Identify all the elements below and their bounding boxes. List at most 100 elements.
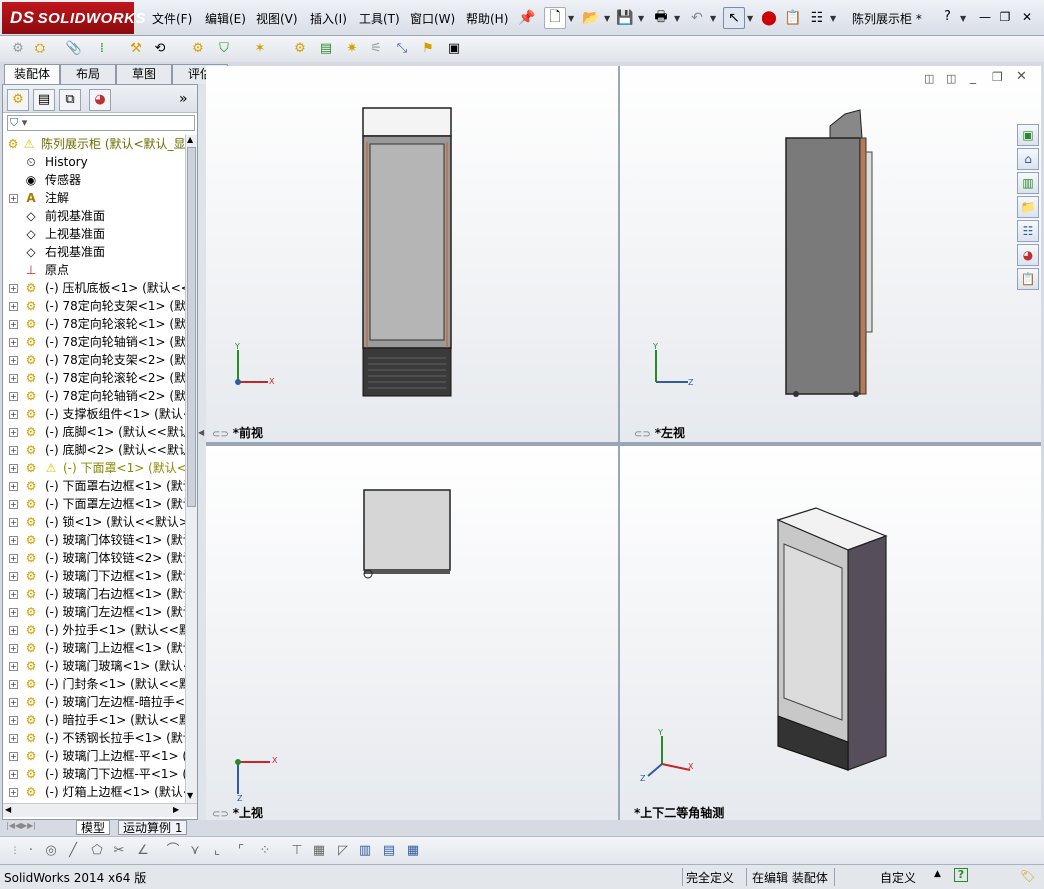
expand-icon[interactable]: + [9, 356, 18, 365]
expand-icon[interactable]: + [9, 302, 18, 311]
tree-item[interactable]: + ⚙ (-) 78定向轮滚轮<2> (默认 [3, 369, 185, 387]
expand-icon[interactable]: + [9, 320, 18, 329]
collapse-panel-icon[interactable]: ◀ [198, 428, 204, 437]
chevron-down-icon[interactable]: ▼ [638, 14, 644, 23]
expand-icon[interactable]: + [9, 680, 18, 689]
tree-item[interactable]: + ⚙ ⚠ (-) 下面罩<1> (默认<<! [3, 459, 185, 477]
expand-icon[interactable]: + [9, 338, 18, 347]
tree-item[interactable]: + ⚙ (-) 玻璃门左边框-暗拉手<1 [3, 693, 185, 711]
appearances-icon[interactable]: ◕ [1017, 244, 1039, 266]
tab-motion-study[interactable]: 运动算例 1 [118, 820, 188, 835]
tree-item[interactable]: + ⚙ (-) 78定向轮轴销<2> (默认 [3, 387, 185, 405]
scroll-right-icon[interactable]: ▶ [173, 805, 179, 814]
new-part-icon[interactable]: ⛭ [30, 39, 50, 59]
pin-icon[interactable]: 📌 [516, 7, 538, 29]
rebuild-traffic-light-icon[interactable]: ⬤ [758, 7, 780, 29]
scroll-up-icon[interactable]: ▲ [187, 135, 193, 144]
chevron-down-icon[interactable]: ▼ [960, 14, 966, 23]
library-icon[interactable]: ▥ [356, 842, 374, 860]
restore-icon[interactable]: ❐ [996, 9, 1014, 25]
property-manager-icon[interactable]: ▤ [33, 89, 55, 111]
grid-icon[interactable]: ▦ [310, 842, 328, 860]
expand-icon[interactable]: + [9, 284, 18, 293]
link-views-icon[interactable]: ⊂⊃ [212, 429, 229, 440]
chevron-down-icon[interactable]: ▼ [604, 14, 610, 23]
tree-item[interactable]: ⏲ History [3, 153, 185, 171]
expand-icon[interactable]: + [9, 788, 18, 797]
expand-icon[interactable]: + [9, 770, 18, 779]
tree-item[interactable]: + ⚙ (-) 底脚<2> (默认<<默认> [3, 441, 185, 459]
tree-item[interactable]: + ⚙ (-) 锁<1> (默认<<默认>_显 [3, 513, 185, 531]
new-motion-study-icon[interactable]: ⚙ [290, 39, 310, 59]
chevron-down-icon[interactable]: ▼ [568, 14, 574, 23]
expand-icon[interactable]: + [9, 608, 18, 617]
link-views-icon[interactable]: ⊂⊃ [634, 429, 651, 440]
mirror-icon[interactable]: ⋎ [186, 842, 204, 860]
viewport-left[interactable]: ◫ ◫ _ ❐ ✕ Y Z ⊂⊃ *左视 [620, 66, 1041, 442]
tree-item[interactable]: ⊥ 原点 [3, 261, 185, 279]
reference-geometry-icon[interactable]: ✶ [250, 39, 270, 59]
expand-icon[interactable]: + [9, 626, 18, 635]
tree-item[interactable]: ◇ 前视基准面 [3, 207, 185, 225]
assembly-features-icon[interactable]: ⛉ [214, 39, 234, 59]
menu-view[interactable]: 视图(V) [256, 10, 298, 27]
tree-item[interactable]: + ⚙ (-) 78定向轮支架<2> (默认 [3, 351, 185, 369]
expand-icon[interactable]: + [9, 662, 18, 671]
link-views-icon[interactable]: ⊂⊃ [212, 809, 229, 820]
expand-icon[interactable]: + [9, 194, 18, 203]
tree-horizontal-scrollbar[interactable]: ◀ ▶ [3, 803, 197, 817]
expand-icon[interactable]: + [9, 518, 18, 527]
solidworks-resources-icon[interactable]: ▣ [1017, 124, 1039, 146]
tree-item[interactable]: + ⚙ (-) 玻璃门玻璃<1> (默认< [3, 657, 185, 675]
custom-properties-icon[interactable]: 📋 [1017, 268, 1039, 290]
menu-file[interactable]: 文件(F) [152, 10, 192, 27]
smart-dimension-icon[interactable]: ⊤ [288, 842, 306, 860]
expand-icon[interactable]: + [9, 716, 18, 725]
expand-icon[interactable]: + [9, 410, 18, 419]
tree-item[interactable]: + ⚙ (-) 支撑板组件<1> (默认< [3, 405, 185, 423]
menu-edit[interactable]: 编辑(E) [205, 10, 246, 27]
print-icon[interactable]: 🖶 [650, 7, 672, 29]
instant3d-icon[interactable]: ⤡ [392, 39, 412, 59]
viewport-divider-horizontal[interactable] [206, 442, 1041, 446]
expand-icon[interactable]: + [9, 446, 18, 455]
expand-icon[interactable]: + [9, 374, 18, 383]
chevron-down-icon[interactable]: ▼ [710, 14, 716, 23]
expand-icon[interactable]: + [9, 644, 18, 653]
new-document-icon[interactable]: 🗋 [544, 7, 566, 29]
solidworks-logo[interactable]: DS SOLIDWORKS [2, 2, 145, 34]
view-palette-icon[interactable]: ☷ [1017, 220, 1039, 242]
update-speedpak-icon[interactable]: ⚑ [418, 39, 438, 59]
circle-icon[interactable]: ◎ [42, 842, 60, 860]
tree-item[interactable]: + ⚙ (-) 玻璃门下边框<1> (默认 [3, 567, 185, 585]
expand-icon[interactable]: + [9, 536, 18, 545]
tree-item[interactable]: + ⚙ (-) 78定向轮轴销<1> (默认 [3, 333, 185, 351]
expand-panel-icon[interactable]: » [179, 91, 188, 107]
chevron-up-icon[interactable]: ▲ [934, 869, 941, 879]
open-folder-icon[interactable]: 📂 [580, 7, 602, 29]
tab-model[interactable]: 模型 [76, 820, 111, 835]
tree-item[interactable]: + ⚙ (-) 78定向轮支架<1> (默认 [3, 297, 185, 315]
tree-item[interactable]: + ⚙ (-) 玻璃门体铰链<2> (默认 [3, 549, 185, 567]
chevron-down-icon[interactable]: ▼ [747, 14, 753, 23]
expand-icon[interactable]: + [9, 590, 18, 599]
relations-icon[interactable]: ◸ [334, 842, 352, 860]
home-icon[interactable]: ⌂ [1017, 148, 1039, 170]
panel-splitter[interactable]: ◀ [198, 84, 206, 820]
menu-window[interactable]: 窗口(W) [410, 10, 455, 27]
help-icon[interactable]: ? [944, 9, 951, 24]
tree-item[interactable]: + ⚙ (-) 外拉手<1> (默认<<默认 [3, 621, 185, 639]
tab-assembly[interactable]: 装配体 [4, 64, 60, 84]
tree-item[interactable]: + ⚙ (-) 玻璃门下边框-平<1> (默 [3, 765, 185, 783]
menu-insert[interactable]: 插入(I) [310, 10, 347, 27]
fillet-icon[interactable]: ⌞ [208, 842, 226, 860]
expand-icon[interactable]: + [9, 482, 18, 491]
configuration-manager-icon[interactable]: ⧉ [59, 89, 81, 111]
save-icon[interactable]: 💾 [614, 7, 636, 29]
options-icon[interactable]: ☷ [806, 7, 828, 29]
select-arrow-icon[interactable]: ↖ [723, 7, 745, 29]
tree-item[interactable]: + ⚙ (-) 玻璃门右边框<1> (默认 [3, 585, 185, 603]
smart-fasteners-icon[interactable]: ⚒ [126, 39, 146, 59]
extend-icon[interactable]: ∠ [134, 842, 152, 860]
line-icon[interactable]: ╱ [64, 842, 82, 860]
